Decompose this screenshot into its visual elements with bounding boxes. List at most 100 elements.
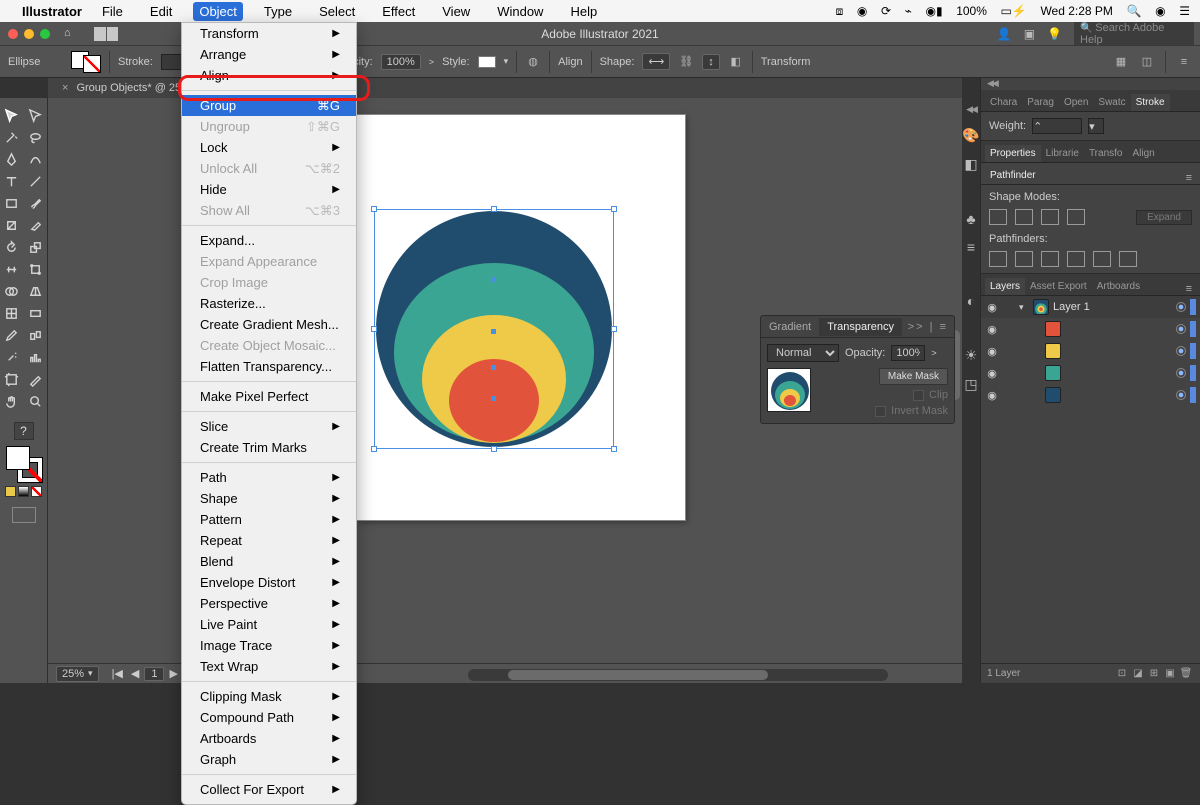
recolor-icon[interactable]: ◍ (525, 54, 541, 70)
target-icon[interactable] (1176, 302, 1186, 312)
fill-stroke-swatch[interactable] (71, 51, 101, 73)
sync-icon[interactable]: ⟳ (881, 4, 891, 18)
dock-collapse-icon[interactable]: ◀◀ (981, 78, 1200, 90)
unite-icon[interactable] (989, 209, 1007, 225)
blend-mode-select[interactable]: Normal (767, 344, 839, 362)
bluetooth-icon[interactable]: ⌁ (905, 4, 912, 18)
home-icon[interactable]: ⌂ (64, 27, 80, 41)
panel-collapse-icon[interactable]: >> | ≡ (908, 321, 954, 333)
selection-indicator[interactable] (1190, 299, 1196, 315)
shape-builder-tool[interactable] (0, 280, 24, 302)
color-guide-icon[interactable]: ◧ (964, 156, 977, 173)
minus-front-icon[interactable] (1015, 209, 1033, 225)
minus-back-icon[interactable] (1119, 251, 1137, 267)
help-search-input[interactable]: Search Adobe Help (1074, 20, 1194, 48)
edit-toolbar-button[interactable]: ? (14, 422, 34, 440)
target-icon[interactable] (1176, 390, 1186, 400)
perspective-tool[interactable] (24, 280, 48, 302)
menu-item-collect-for-export[interactable]: Collect For Export▶ (182, 779, 356, 800)
tab-paragraph[interactable]: Parag (1022, 94, 1059, 111)
corner-radius-icon[interactable]: ◧ (728, 54, 744, 70)
menu-help[interactable]: Help (564, 2, 603, 21)
tab-gradient[interactable]: Gradient (761, 318, 819, 336)
tab-swatches[interactable]: Swatc (1093, 94, 1130, 111)
align-label[interactable]: Align (558, 56, 582, 68)
menu-item-transform[interactable]: Transform▶ (182, 23, 356, 44)
menu-item-create-trim-marks[interactable]: Create Trim Marks (182, 437, 356, 458)
weight-dropdown[interactable]: ▾ (1088, 118, 1104, 134)
opacity-field[interactable] (891, 345, 925, 361)
stroke-swatch[interactable] (83, 55, 101, 73)
menu-item-graph[interactable]: Graph▶ (182, 749, 356, 770)
make-clipping-mask-icon[interactable]: ◪ (1130, 668, 1146, 679)
intersect-icon[interactable] (1041, 209, 1059, 225)
zoom-window-button[interactable] (40, 29, 50, 39)
tab-align[interactable]: Align (1127, 145, 1159, 162)
visibility-toggle[interactable]: ◉ (985, 345, 999, 358)
next-artboard-icon[interactable]: ▶ (166, 667, 180, 681)
menu-item-artboards[interactable]: Artboards▶ (182, 728, 356, 749)
opacity-input[interactable]: 100% (381, 54, 421, 70)
paintbrush-tool[interactable] (24, 192, 48, 214)
graphic-style-swatch[interactable] (478, 56, 496, 68)
selection-indicator[interactable] (1190, 343, 1196, 359)
pen-tool[interactable] (0, 148, 24, 170)
swatch-icon[interactable]: ◐ (967, 293, 975, 309)
new-layer-icon[interactable]: ▣ (1162, 668, 1178, 679)
document-tab[interactable]: Group Objects* @ 25 % (76, 82, 194, 94)
tab-transparency[interactable]: Transparency (819, 318, 902, 336)
tab-libraries[interactable]: Librarie (1041, 145, 1084, 162)
first-artboard-icon[interactable]: |◀ (109, 667, 126, 681)
menu-item-clipping-mask[interactable]: Clipping Mask▶ (182, 686, 356, 707)
layers-menu-icon[interactable]: ≡ (1182, 283, 1196, 295)
zoom-tool[interactable] (24, 390, 48, 412)
menu-file[interactable]: File (96, 2, 129, 21)
merge-icon[interactable] (1041, 251, 1059, 267)
eraser-tool[interactable] (24, 214, 48, 236)
tab-asset-export[interactable]: Asset Export (1025, 278, 1092, 295)
tab-opentype[interactable]: Open (1059, 94, 1093, 111)
menu-item-pattern[interactable]: Pattern▶ (182, 509, 356, 530)
cc-icon[interactable]: ◉ (857, 4, 867, 18)
color-mode-icon[interactable] (5, 486, 16, 497)
direct-selection-tool[interactable] (24, 104, 48, 126)
menu-item-shape[interactable]: Shape▶ (182, 488, 356, 509)
lasso-tool[interactable] (24, 126, 48, 148)
collapse-icon[interactable]: ◀◀ (966, 104, 976, 115)
zoom-select[interactable]: 25%▾ (56, 666, 99, 682)
handle-ml[interactable] (371, 326, 377, 332)
close-window-button[interactable] (8, 29, 18, 39)
crop-icon[interactable] (1067, 251, 1085, 267)
menu-item-path[interactable]: Path▶ (182, 467, 356, 488)
handle-mr[interactable] (611, 326, 617, 332)
user-icon[interactable]: 👤 (997, 27, 1012, 41)
color-panel-icon[interactable]: 🎨 (962, 127, 979, 144)
menu-object[interactable]: Object (193, 2, 243, 21)
menu-select[interactable]: Select (313, 2, 361, 21)
locate-layer-icon[interactable]: ⊡ (1114, 668, 1130, 679)
tab-pathfinder[interactable]: Pathfinder (985, 167, 1041, 184)
shape-height-input[interactable]: ↕ (702, 54, 720, 70)
magic-wand-tool[interactable] (0, 126, 24, 148)
menu-item-envelope-distort[interactable]: Envelope Distort▶ (182, 572, 356, 593)
tab-character[interactable]: Chara (985, 94, 1022, 111)
draw-mode-toggle[interactable] (12, 507, 36, 523)
workspace-switcher[interactable] (94, 27, 118, 41)
siri-icon[interactable]: ◉ (1155, 4, 1165, 18)
tab-layers[interactable]: Layers (985, 278, 1025, 295)
appearance-icon[interactable]: ☀ (965, 347, 978, 364)
layer-row-top[interactable]: ◉ ▾ Layer 1 (981, 296, 1200, 318)
delete-layer-icon[interactable]: 🗑 (1178, 668, 1194, 679)
layer-row[interactable]: ◉ (981, 340, 1200, 362)
menu-item-blend[interactable]: Blend▶ (182, 551, 356, 572)
target-icon[interactable] (1176, 324, 1186, 334)
layer-row[interactable]: ◉ (981, 384, 1200, 406)
menu-item-create-gradient-mesh[interactable]: Create Gradient Mesh... (182, 314, 356, 335)
wifi-icon[interactable]: ◉▮ (926, 4, 943, 18)
menu-type[interactable]: Type (258, 2, 298, 21)
transparency-thumb[interactable] (767, 368, 811, 412)
visibility-toggle[interactable]: ◉ (985, 323, 999, 336)
type-tool[interactable] (0, 170, 24, 192)
tab-transform[interactable]: Transfo (1084, 145, 1128, 162)
align-to-icon[interactable]: ◫ (1139, 54, 1155, 70)
